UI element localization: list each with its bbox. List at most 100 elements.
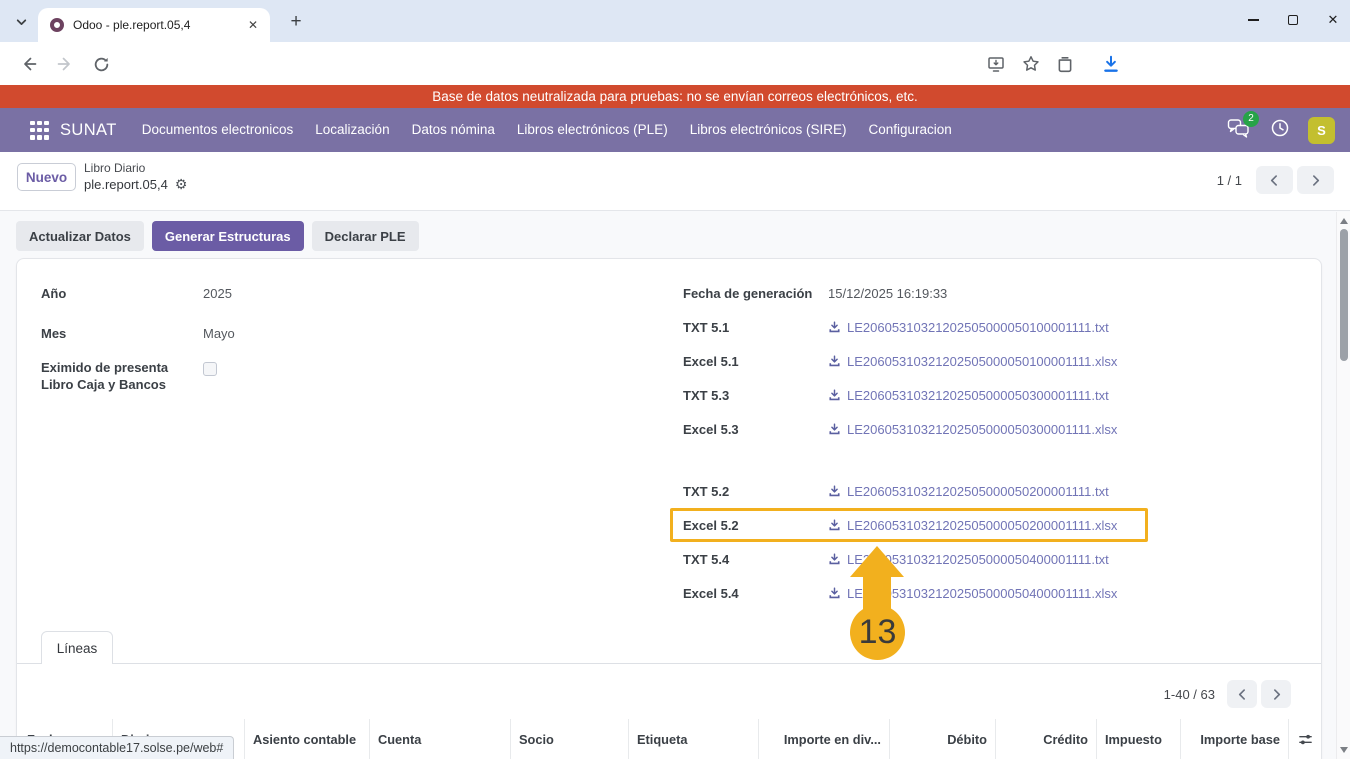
- column-header-asiento[interactable]: Asiento contable: [244, 719, 369, 759]
- close-window-icon[interactable]: ✕: [1326, 13, 1340, 27]
- pager-next-button[interactable]: [1297, 166, 1334, 194]
- banner-text: Base de datos neutralizada para pruebas:…: [432, 89, 918, 104]
- step-number-badge: 13: [850, 605, 905, 660]
- nav-item-documentos-electronicos[interactable]: Documentos electronicos: [131, 108, 305, 152]
- chevron-right-icon: [1271, 689, 1282, 700]
- scroll-down-icon[interactable]: [1340, 747, 1348, 753]
- file-row: Excel 5.1 LE2060531032120250500005010000…: [683, 351, 1117, 371]
- activities-button[interactable]: [1270, 118, 1290, 143]
- control-panel: Nuevo Libro Diario ple.report.05,4⚙ 1 / …: [0, 152, 1350, 211]
- file-download-link[interactable]: LE20605310321202505000050100001111.txt: [828, 320, 1109, 335]
- column-header-importe-divisa[interactable]: Importe en div...: [758, 719, 889, 759]
- column-header-credito[interactable]: Crédito: [995, 719, 1096, 759]
- month-label: Mes: [41, 326, 203, 341]
- apps-menu-icon[interactable]: [30, 121, 49, 140]
- exempt-field-row: Eximido de presenta Libro Caja y Bancos: [41, 360, 217, 394]
- exempt-checkbox[interactable]: [203, 362, 217, 376]
- new-button[interactable]: Nuevo: [17, 163, 76, 191]
- file-download-link[interactable]: LE20605310321202505000050200001111.txt: [828, 484, 1109, 499]
- breadcrumb-current: ple.report.05,4: [84, 177, 168, 192]
- vertical-scrollbar[interactable]: [1336, 212, 1350, 759]
- highlight-box: [670, 508, 1148, 542]
- brand-logo[interactable]: SUNAT: [60, 121, 117, 140]
- pager-previous-button[interactable]: [1256, 166, 1293, 194]
- reload-icon[interactable]: [88, 51, 114, 77]
- column-header-importe-base[interactable]: Importe base: [1180, 719, 1288, 759]
- nav-item-configuracion[interactable]: Configuracion: [858, 108, 963, 152]
- download-icon: [828, 355, 841, 368]
- user-avatar[interactable]: S: [1308, 117, 1335, 144]
- nav-item-libros-sire[interactable]: Libros electrónicos (SIRE): [679, 108, 858, 152]
- gear-icon[interactable]: ⚙: [175, 176, 188, 192]
- message-count-badge: 2: [1243, 111, 1259, 127]
- column-header-debito[interactable]: Débito: [889, 719, 995, 759]
- file-row: TXT 5.2 LE206053103212025050000502000011…: [683, 481, 1109, 501]
- statusbar-buttons: Actualizar Datos Generar Estructuras Dec…: [16, 221, 419, 251]
- toggle-columns-icon: [1298, 732, 1313, 747]
- nav-item-libros-ple[interactable]: Libros electrónicos (PLE): [506, 108, 679, 152]
- messages-button[interactable]: 2: [1227, 118, 1250, 143]
- file-name: LE20605310321202505000050200001111.txt: [847, 484, 1109, 499]
- toggle-columns-button[interactable]: [1288, 719, 1321, 759]
- file-download-link[interactable]: LE20605310321202505000050300001111.xlsx: [828, 422, 1117, 437]
- exempt-label: Eximido de presenta Libro Caja y Bancos: [41, 360, 193, 394]
- scroll-up-icon[interactable]: [1340, 218, 1348, 224]
- nav-item-datos-nomina[interactable]: Datos nómina: [401, 108, 506, 152]
- lines-previous-button[interactable]: [1227, 680, 1257, 708]
- month-field-row: Mes Mayo: [41, 323, 235, 343]
- column-header-impuesto[interactable]: Impuesto: [1096, 719, 1180, 759]
- application-window: Odoo - ple.report.05,4 ✕ + ✕ democontabl…: [0, 0, 1350, 759]
- generar-estructuras-button[interactable]: Generar Estructuras: [152, 221, 304, 251]
- clock-icon: [1270, 118, 1290, 138]
- install-app-icon[interactable]: [983, 51, 1009, 77]
- column-header-etiqueta[interactable]: Etiqueta: [628, 719, 758, 759]
- file-row: Excel 5.3 LE2060531032120250500005030000…: [683, 419, 1117, 439]
- lines-pager-counter: 1-40 / 63: [1164, 687, 1215, 702]
- new-tab-button[interactable]: +: [284, 10, 308, 34]
- actualizar-datos-button[interactable]: Actualizar Datos: [16, 221, 144, 251]
- breadcrumb-parent[interactable]: Libro Diario: [84, 161, 187, 175]
- chevron-down-icon: [15, 16, 28, 29]
- file-name: LE20605310321202505000050100001111.txt: [847, 320, 1109, 335]
- forward-icon[interactable]: [52, 51, 78, 77]
- tab-close-icon[interactable]: ✕: [244, 16, 262, 34]
- download-icon: [828, 389, 841, 402]
- navbar-menu: Documentos electronicos Localización Dat…: [131, 108, 963, 152]
- side-panel-icon[interactable]: [1052, 51, 1078, 77]
- declarar-ple-button[interactable]: Declarar PLE: [312, 221, 419, 251]
- navbar-right: 2 S: [1227, 108, 1350, 152]
- maximize-icon[interactable]: [1286, 13, 1300, 27]
- month-value[interactable]: Mayo: [203, 326, 235, 341]
- file-name: LE20605310321202505000050100001111.xlsx: [847, 354, 1117, 369]
- file-download-link[interactable]: LE20605310321202505000050300001111.txt: [828, 388, 1109, 403]
- bookmark-star-icon[interactable]: [1018, 51, 1044, 77]
- tab-search-button[interactable]: [8, 9, 34, 35]
- year-label: Año: [41, 286, 203, 301]
- chevron-right-icon: [1310, 175, 1321, 186]
- lines-next-button[interactable]: [1261, 680, 1291, 708]
- downloads-icon[interactable]: [1098, 51, 1124, 77]
- odoo-favicon-icon: [50, 18, 64, 32]
- file-label: TXT 5.4: [683, 552, 828, 567]
- file-row: TXT 5.1 LE206053103212025050000501000011…: [683, 317, 1109, 337]
- notebook-divider: [17, 663, 1321, 664]
- file-label: Excel 5.1: [683, 354, 828, 369]
- file-label: Excel 5.3: [683, 422, 828, 437]
- column-header-cuenta[interactable]: Cuenta: [369, 719, 510, 759]
- back-icon[interactable]: [16, 51, 42, 77]
- generation-date-value: 15/12/2025 16:19:33: [828, 286, 947, 301]
- file-download-link[interactable]: LE20605310321202505000050100001111.xlsx: [828, 354, 1117, 369]
- download-icon: [828, 485, 841, 498]
- generation-date-row: Fecha de generación 15/12/2025 16:19:33: [683, 283, 947, 303]
- browser-tab[interactable]: Odoo - ple.report.05,4 ✕: [38, 8, 270, 42]
- minimize-icon[interactable]: [1246, 13, 1260, 27]
- main-navbar: SUNAT Documentos electronicos Localizaci…: [0, 108, 1350, 152]
- column-header-socio[interactable]: Socio: [510, 719, 628, 759]
- nav-item-localizacion[interactable]: Localización: [304, 108, 400, 152]
- breadcrumb: Libro Diario ple.report.05,4 ⚙: [84, 161, 187, 194]
- scrollbar-thumb[interactable]: [1340, 229, 1348, 361]
- download-icon: [828, 587, 841, 600]
- file-name: LE20605310321202505000050300001111.xlsx: [847, 422, 1117, 437]
- tab-lineas[interactable]: Líneas: [41, 631, 113, 664]
- year-value[interactable]: 2025: [203, 286, 232, 301]
